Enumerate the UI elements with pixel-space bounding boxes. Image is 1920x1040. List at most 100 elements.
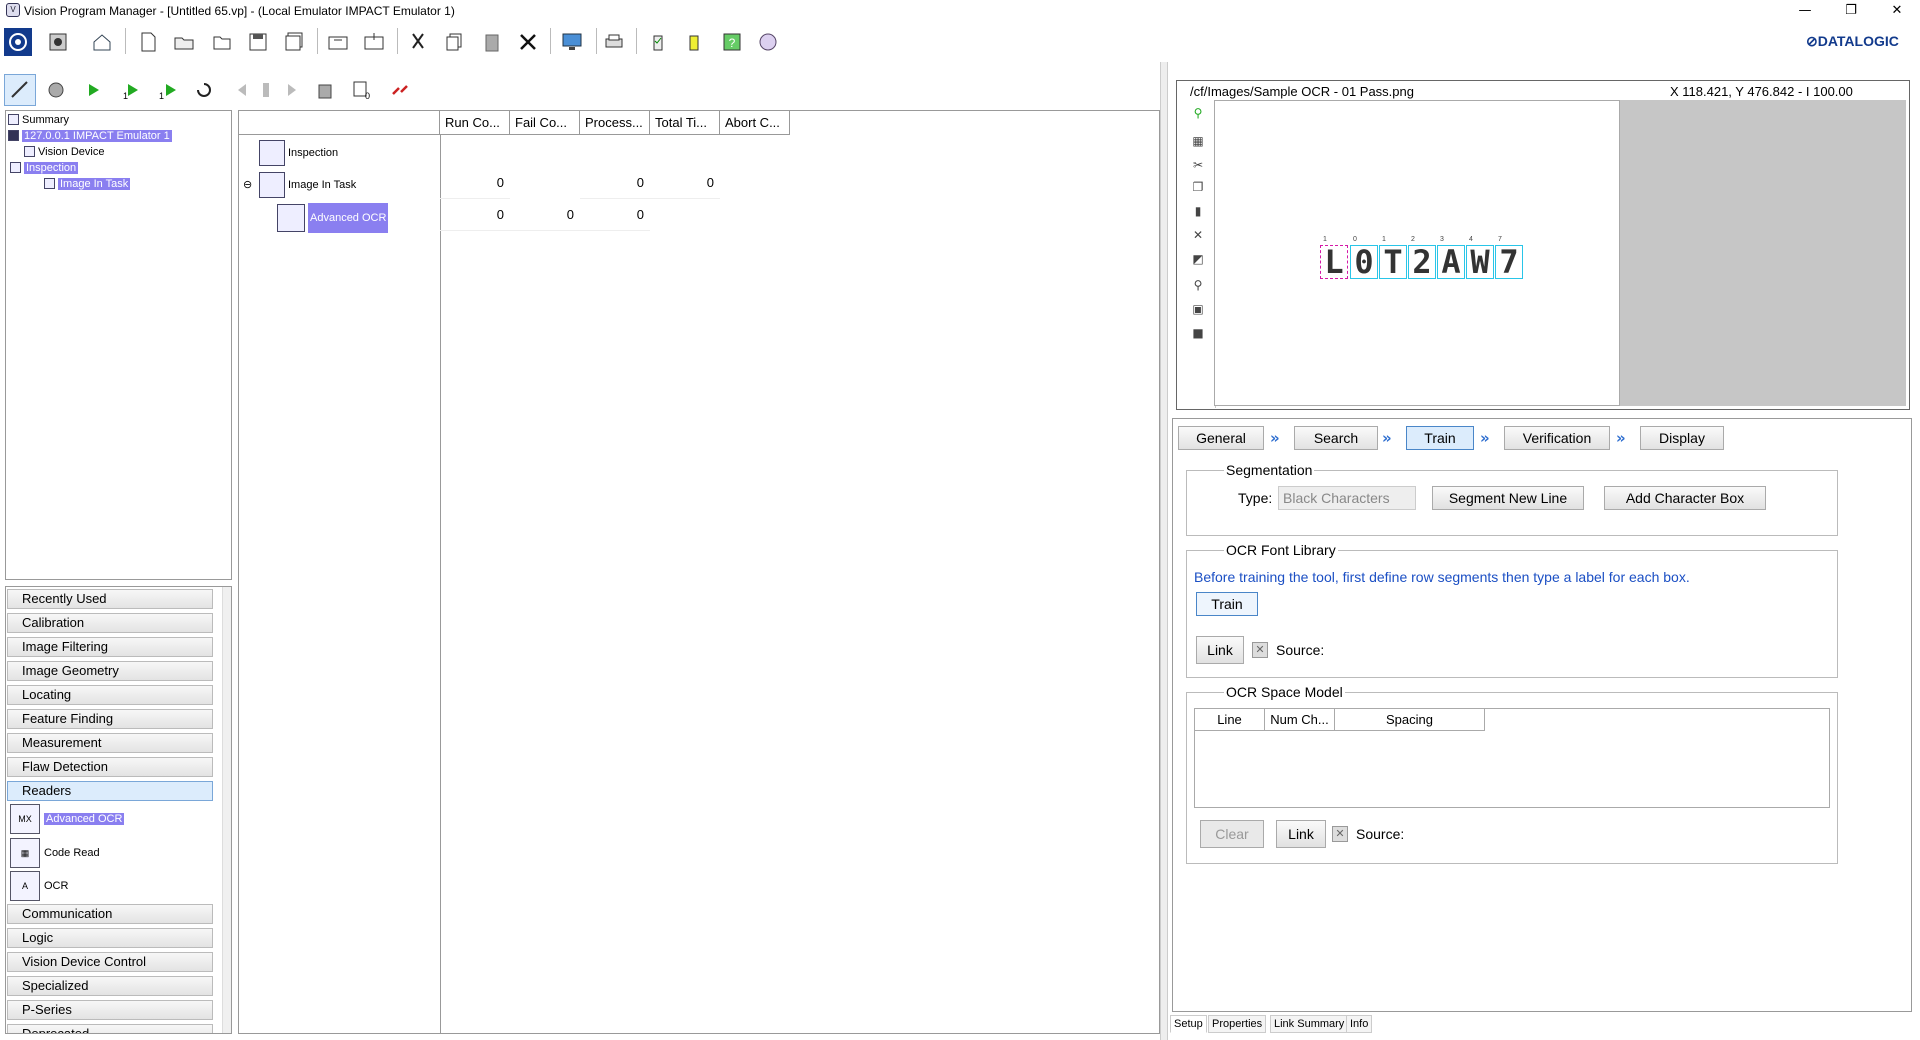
pin-icon[interactable]: ⚲ — [1190, 106, 1206, 120]
tab-properties[interactable]: Properties — [1208, 1015, 1267, 1033]
step-search[interactable]: Search — [1294, 426, 1378, 450]
category-calibration[interactable]: Calibration — [7, 613, 213, 633]
clear-source-icon[interactable]: ✕ — [1332, 826, 1348, 842]
grid-row-image-in-task[interactable]: ⊖ Image In Task — [243, 171, 356, 199]
new-file-icon[interactable] — [134, 28, 162, 56]
upload-icon[interactable] — [324, 28, 352, 56]
collapse-icon[interactable]: ⊖ — [243, 171, 253, 199]
zoom-icon[interactable]: ⚲ — [1190, 278, 1206, 292]
open-folder-icon[interactable] — [208, 28, 236, 56]
ocr-char-box[interactable]: L1 — [1320, 236, 1348, 279]
ocr-char-box[interactable]: 77 — [1495, 236, 1523, 279]
print-icon[interactable] — [600, 28, 628, 56]
clear-source-icon[interactable]: ✕ — [1252, 642, 1268, 658]
category-recently-used[interactable]: Recently Used — [7, 589, 213, 609]
camera-icon[interactable] — [44, 28, 72, 56]
cut-icon[interactable] — [404, 28, 432, 56]
tool-advanced-ocr[interactable]: MX Advanced OCR — [10, 803, 125, 835]
tree-vision-device[interactable]: Vision Device — [24, 145, 104, 159]
loop-icon[interactable] — [190, 76, 218, 104]
help-book-icon[interactable]: ? — [718, 28, 746, 56]
device-status-icon[interactable] — [680, 28, 708, 56]
images-icon[interactable] — [312, 76, 340, 104]
category-flaw-detection[interactable]: Flaw Detection — [7, 757, 213, 777]
paste-icon[interactable]: ▮ — [1190, 204, 1206, 218]
step-verification[interactable]: Verification — [1504, 426, 1610, 450]
tree-image-in-task[interactable]: Image In Task — [44, 177, 131, 191]
column-abort-count[interactable]: Abort C... — [720, 111, 790, 135]
tree-summary[interactable]: Summary — [8, 113, 69, 127]
category-specialized[interactable]: Specialized — [7, 976, 213, 996]
ocr-char-box[interactable]: A3 — [1437, 236, 1465, 279]
step-display[interactable]: Display — [1640, 426, 1724, 450]
tree-inspection[interactable]: Inspection — [10, 161, 79, 175]
clear-button[interactable]: Clear — [1200, 820, 1264, 848]
paste-icon[interactable] — [478, 28, 506, 56]
category-feature-finding[interactable]: Feature Finding — [7, 709, 213, 729]
tab-info[interactable]: Info — [1346, 1015, 1373, 1033]
category-measurement[interactable]: Measurement — [7, 733, 213, 753]
column-num-chars[interactable]: Num Ch... — [1265, 709, 1335, 731]
link-break-icon[interactable] — [386, 76, 414, 104]
fit-icon[interactable]: ■ — [1190, 326, 1206, 340]
program-mode-icon[interactable] — [4, 74, 36, 106]
tools-icon[interactable] — [42, 76, 70, 104]
step-icon[interactable]: 1 — [154, 76, 182, 104]
category-deprecated[interactable]: Deprecated — [7, 1024, 213, 1033]
minimize-button[interactable]: — — [1782, 0, 1828, 22]
grid-row-inspection[interactable]: Inspection — [259, 139, 338, 167]
font-link-button[interactable]: Link — [1196, 636, 1244, 664]
category-readers[interactable]: Readers — [7, 781, 213, 801]
stop-icon[interactable] — [252, 76, 280, 104]
ocr-char-box[interactable]: 22 — [1408, 236, 1436, 279]
category-logic[interactable]: Logic — [7, 928, 213, 948]
counter-icon[interactable]: 0 — [348, 76, 376, 104]
add-character-box-button[interactable]: Add Character Box — [1604, 486, 1766, 510]
column-line[interactable]: Line — [1195, 709, 1265, 731]
download-icon[interactable] — [360, 28, 388, 56]
category-communication[interactable]: Communication — [7, 904, 213, 924]
save-icon[interactable] — [244, 28, 272, 56]
grid-row-advanced-ocr[interactable]: Advanced OCR — [277, 203, 389, 233]
step-train[interactable]: Train — [1406, 426, 1474, 450]
image-icon[interactable]: ▣ — [1190, 302, 1206, 316]
column-total-time[interactable]: Total Ti... — [650, 111, 720, 135]
tool-ocr[interactable]: A OCR — [10, 870, 68, 902]
space-link-button[interactable]: Link — [1276, 820, 1326, 848]
run-once-icon[interactable]: 1 — [116, 76, 144, 104]
home-icon[interactable] — [88, 28, 116, 56]
ocr-char-box[interactable]: T1 — [1379, 236, 1407, 279]
column-spacing[interactable]: Spacing — [1335, 709, 1485, 731]
close-button[interactable]: ✕ — [1874, 0, 1920, 22]
delete-icon[interactable]: ✕ — [1190, 228, 1206, 242]
palette-scrollbar[interactable] — [222, 587, 231, 1033]
type-select[interactable]: Black Characters — [1278, 486, 1416, 510]
about-icon[interactable] — [754, 28, 782, 56]
tool-code-read[interactable]: ▦ Code Read — [10, 837, 100, 869]
cut-icon[interactable]: ✂ — [1190, 158, 1206, 172]
copy-icon[interactable] — [440, 28, 468, 56]
column-fail-count[interactable]: Fail Co... — [510, 111, 580, 135]
step-general[interactable]: General — [1178, 426, 1264, 450]
copy-icon[interactable]: ❐ — [1190, 180, 1206, 194]
restore-button[interactable]: ❐ — [1828, 0, 1874, 22]
ocr-char-box[interactable]: 00 — [1350, 236, 1378, 279]
next-icon[interactable] — [278, 76, 306, 104]
category-p-series[interactable]: P-Series — [7, 1000, 213, 1020]
connect-icon[interactable] — [4, 28, 32, 56]
monitor-icon[interactable] — [558, 28, 586, 56]
run-icon[interactable] — [78, 76, 106, 104]
category-image-filtering[interactable]: Image Filtering — [7, 637, 213, 657]
column-process[interactable]: Process... — [580, 111, 650, 135]
tab-link-summary[interactable]: Link Summary — [1270, 1015, 1349, 1033]
tree-emulator[interactable]: 127.0.0.1 IMPACT Emulator 1 — [8, 129, 172, 143]
tab-setup[interactable]: Setup — [1170, 1015, 1207, 1033]
category-vision-device-control[interactable]: Vision Device Control — [7, 952, 213, 972]
ocr-char-box[interactable]: W4 — [1466, 236, 1494, 279]
open-file-icon[interactable] — [170, 28, 198, 56]
category-image-geometry[interactable]: Image Geometry — [7, 661, 213, 681]
check-device-icon[interactable] — [644, 28, 672, 56]
column-run-count[interactable]: Run Co... — [440, 111, 510, 135]
overlay-icon[interactable]: ◩ — [1190, 252, 1206, 266]
delete-icon[interactable] — [514, 28, 542, 56]
